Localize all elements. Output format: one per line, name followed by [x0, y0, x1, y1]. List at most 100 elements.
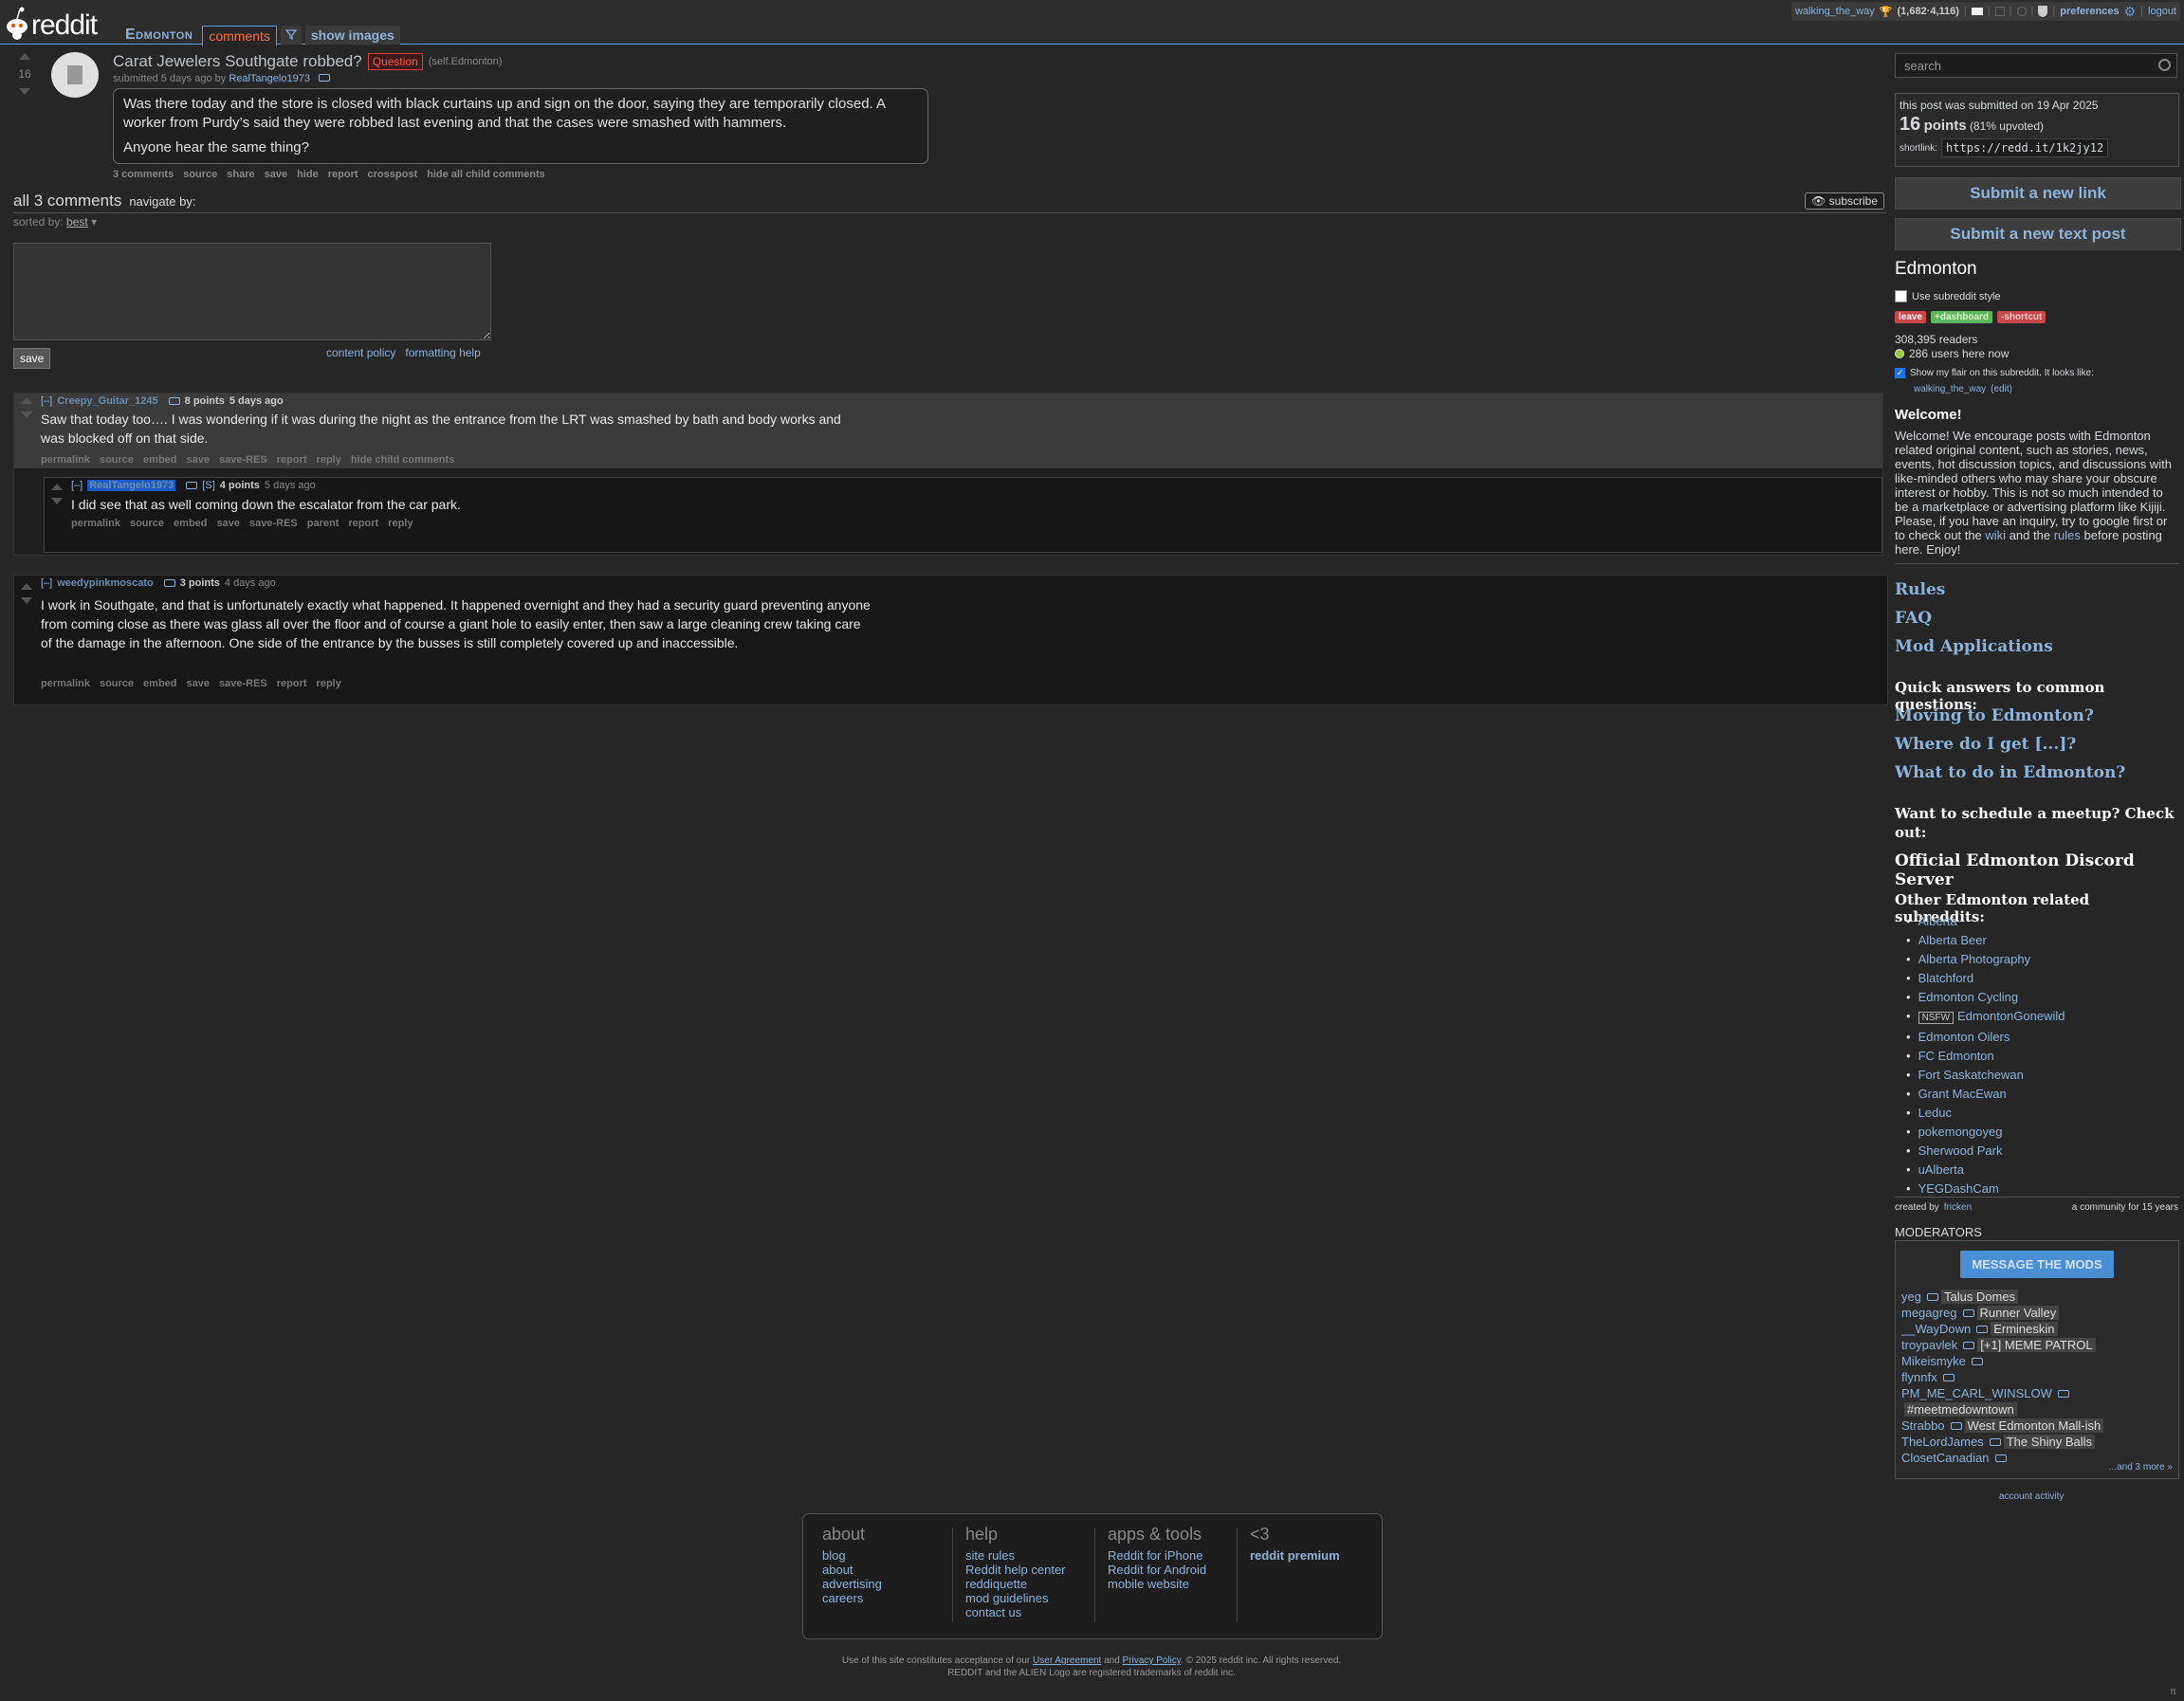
- reddit-premium-link[interactable]: reddit premium: [1250, 1548, 1340, 1563]
- sidebar-link-faq[interactable]: FAQ: [1895, 609, 1932, 628]
- report-link[interactable]: report: [277, 678, 307, 689]
- moderator-link[interactable]: Strabbo: [1901, 1418, 1945, 1433]
- downvote-arrow-icon[interactable]: [21, 597, 32, 604]
- post-author-link[interactable]: RealTangelo1973: [229, 73, 310, 84]
- crosspost-link[interactable]: crosspost: [368, 169, 418, 180]
- save-comment-button[interactable]: save: [13, 348, 51, 369]
- moderator-link[interactable]: megagreg: [1901, 1306, 1957, 1320]
- discord-link[interactable]: Official Edmonton Discord Server: [1895, 851, 2184, 889]
- hide-child-comments-link[interactable]: hide child comments: [351, 454, 454, 466]
- related-link[interactable]: Alberta Photography: [1918, 950, 2065, 969]
- footer-link[interactable]: Reddit for iPhone: [1108, 1548, 1206, 1563]
- related-link[interactable]: FC Edmonton: [1918, 1047, 2065, 1066]
- upvote-arrow-icon[interactable]: [21, 397, 32, 404]
- moderator-link[interactable]: flynnfx: [1901, 1370, 1937, 1384]
- tag-icon[interactable]: [186, 482, 198, 489]
- filter-icon[interactable]: [280, 26, 302, 45]
- privacy-policy-link[interactable]: Privacy Policy: [1123, 1655, 1182, 1666]
- flair-edit-link[interactable]: (edit): [1991, 384, 2012, 394]
- footer-link[interactable]: blog: [822, 1548, 882, 1563]
- moderator-link[interactable]: TheLordJames: [1901, 1435, 1984, 1449]
- tag-icon[interactable]: [163, 579, 175, 587]
- submit-text-button[interactable]: Submit a new text post: [1895, 218, 2181, 250]
- related-link[interactable]: Alberta Beer: [1918, 931, 2065, 950]
- save-res-link[interactable]: save-RES: [249, 518, 298, 529]
- reddit-alien-logo[interactable]: [4, 4, 30, 42]
- source-link[interactable]: source: [100, 454, 134, 466]
- related-link[interactable]: Leduc: [1918, 1104, 2065, 1123]
- source-link[interactable]: source: [183, 169, 217, 180]
- scroll-top-icon[interactable]: π: [2170, 1687, 2176, 1697]
- footer-link[interactable]: site rules: [965, 1548, 1066, 1563]
- navigate-by[interactable]: navigate by:: [129, 194, 195, 209]
- downvote-arrow-icon[interactable]: [19, 88, 30, 95]
- wiki-link[interactable]: wiki: [1985, 528, 2006, 542]
- quick-link-where[interactable]: Where do I get [...]?: [1895, 735, 2076, 754]
- flair-checkbox[interactable]: ✓: [1895, 368, 1905, 378]
- related-link[interactable]: EdmontonGonewild: [1957, 1009, 2065, 1023]
- related-link[interactable]: Alberta: [1918, 912, 2065, 931]
- source-link[interactable]: source: [100, 678, 134, 689]
- moderator-link[interactable]: Mikeismyke: [1901, 1354, 1966, 1368]
- preferences-link[interactable]: preferences: [2060, 6, 2119, 17]
- source-link[interactable]: source: [130, 518, 164, 529]
- footer-link[interactable]: advertising: [822, 1577, 882, 1591]
- hide-child-comments-link[interactable]: hide all child comments: [427, 169, 545, 180]
- moderator-link[interactable]: yeg: [1901, 1289, 1921, 1304]
- related-link[interactable]: Grant MacEwan: [1918, 1085, 2065, 1104]
- shortcut-button[interactable]: -shortcut: [1997, 311, 2046, 323]
- footer-link[interactable]: mod guidelines: [965, 1591, 1066, 1605]
- rules-link[interactable]: rules: [2054, 528, 2081, 542]
- embed-link[interactable]: embed: [174, 518, 207, 529]
- sidebar-link-rules[interactable]: Rules: [1895, 580, 1945, 599]
- reddit-wordmark[interactable]: reddit: [31, 9, 98, 42]
- shield-icon[interactable]: [2038, 6, 2048, 17]
- sort-dropdown[interactable]: best: [66, 215, 88, 229]
- comment-textarea[interactable]: [13, 243, 491, 340]
- upvote-arrow-icon[interactable]: [19, 53, 30, 60]
- reply-link[interactable]: reply: [317, 454, 341, 466]
- save-res-link[interactable]: save-RES: [219, 678, 267, 689]
- subreddit-title[interactable]: Edmonton: [1895, 259, 1977, 280]
- comment-author[interactable]: weedypinkmoscato: [57, 577, 153, 589]
- permalink-link[interactable]: permalink: [71, 518, 120, 529]
- report-link[interactable]: report: [348, 518, 378, 529]
- user-agreement-link[interactable]: User Agreement: [1033, 1655, 1101, 1666]
- footer-link[interactable]: contact us: [965, 1605, 1066, 1619]
- collapse-toggle[interactable]: [–]: [71, 480, 83, 491]
- save-res-link[interactable]: save-RES: [219, 454, 267, 466]
- share-link[interactable]: share: [227, 169, 254, 180]
- quick-link-what-to-do[interactable]: What to do in Edmonton?: [1895, 763, 2125, 782]
- self-post-thumbnail[interactable]: [51, 52, 99, 98]
- save-link[interactable]: save: [187, 678, 210, 689]
- downvote-arrow-icon[interactable]: [51, 498, 63, 504]
- moderator-link[interactable]: PM_ME_CARL_WINSLOW: [1901, 1386, 2052, 1400]
- permalink-link[interactable]: permalink: [41, 454, 90, 466]
- report-link[interactable]: report: [277, 454, 307, 466]
- footer-link[interactable]: Reddit for Android: [1108, 1563, 1206, 1577]
- post-domain[interactable]: (self.Edmonton): [429, 56, 503, 67]
- related-link[interactable]: uAlberta: [1918, 1161, 2065, 1180]
- modmail-icon[interactable]: [2016, 7, 2027, 16]
- moderator-link[interactable]: ClosetCanadian: [1901, 1451, 1990, 1465]
- footer-link[interactable]: about: [822, 1563, 882, 1577]
- collapse-toggle[interactable]: [–]: [41, 577, 52, 589]
- related-link[interactable]: Fort Saskatchewan: [1918, 1066, 2065, 1085]
- report-link[interactable]: report: [328, 169, 358, 180]
- related-link[interactable]: pokemongoyeg: [1918, 1123, 2065, 1142]
- more-mods-link[interactable]: ...and 3 more »: [2109, 1462, 2173, 1472]
- reply-link[interactable]: reply: [317, 678, 341, 689]
- save-link[interactable]: save: [187, 454, 210, 466]
- embed-link[interactable]: embed: [143, 454, 176, 466]
- account-activity-link[interactable]: account activity: [1999, 1491, 2064, 1502]
- tab-show-images[interactable]: show images: [304, 26, 400, 45]
- comments-link[interactable]: 3 comments: [113, 169, 174, 180]
- quick-link-moving[interactable]: Moving to Edmonton?: [1895, 706, 2094, 725]
- chevron-down-icon[interactable]: ▾: [91, 215, 97, 229]
- upvote-arrow-icon[interactable]: [51, 484, 63, 490]
- username-link[interactable]: walking_the_way: [1795, 6, 1875, 17]
- footer-link[interactable]: careers: [822, 1591, 882, 1605]
- embed-link[interactable]: embed: [143, 678, 176, 689]
- submit-link-button[interactable]: Submit a new link: [1895, 177, 2181, 210]
- gear-icon[interactable]: ⚙: [2124, 4, 2137, 20]
